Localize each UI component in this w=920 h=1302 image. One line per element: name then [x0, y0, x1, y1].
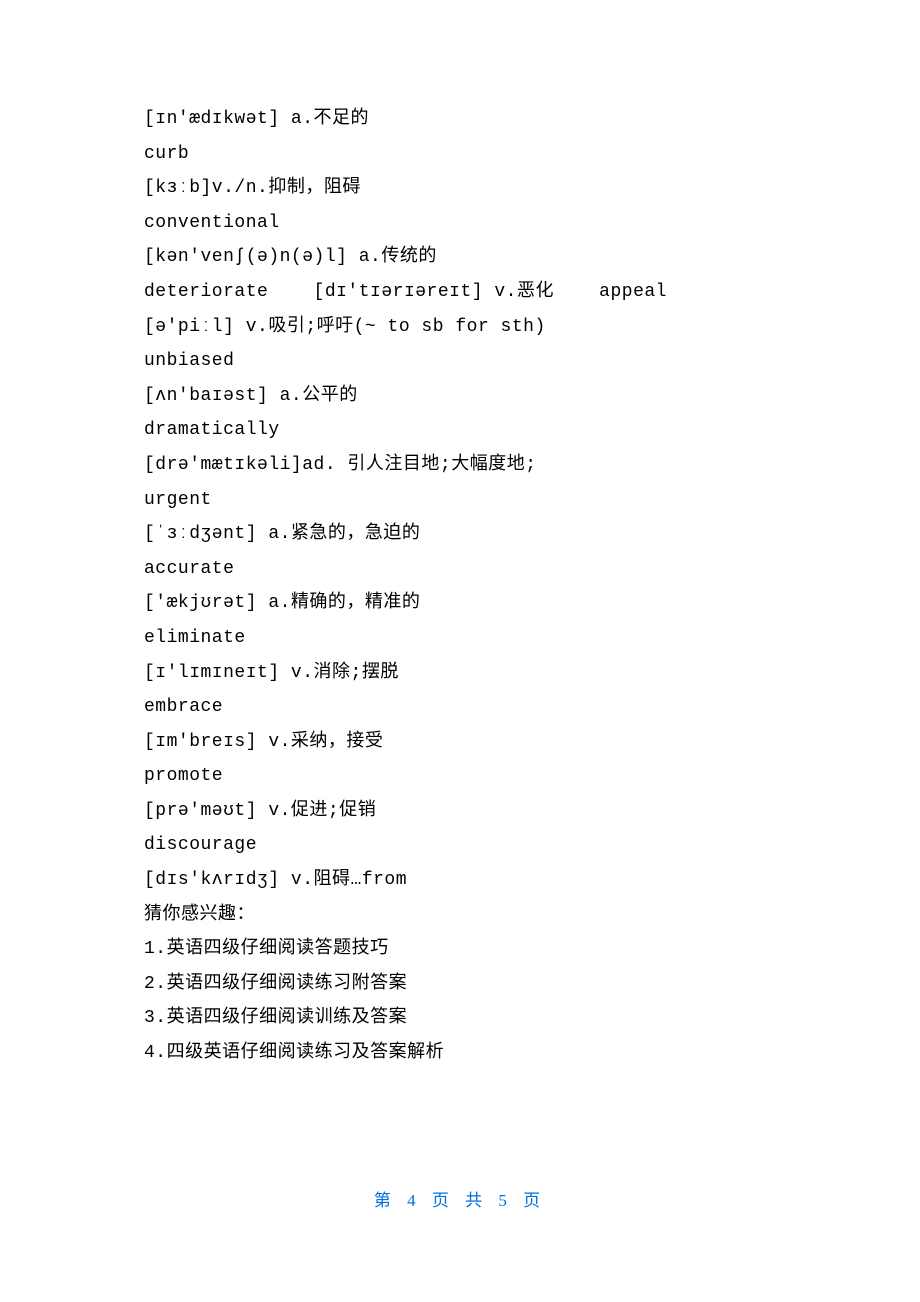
text-line: curb	[144, 137, 784, 172]
text-line: [drə'mætɪkəli]ad. 引人注目地;大幅度地;	[144, 448, 784, 483]
text-line: discourage	[144, 828, 784, 863]
text-line: [ə'piːl] v.吸引;呼吁(~ to sb for sth)	[144, 310, 784, 345]
text-line: [ˈɜːdʒənt] a.紧急的，急迫的	[144, 517, 784, 552]
text-line: 2.英语四级仔细阅读练习附答案	[144, 967, 784, 1002]
text-line: [ɪn'ædɪkwət] a.不足的	[144, 102, 784, 137]
text-line: urgent	[144, 483, 784, 518]
text-line: [prə'məʊt] v.促进;促销	[144, 794, 784, 829]
text-line: [dɪs'kʌrɪdʒ] v.阻碍…from	[144, 863, 784, 898]
text-line: embrace	[144, 690, 784, 725]
text-line: [ʌn'baɪəst] a.公平的	[144, 379, 784, 414]
text-line: 猜你感兴趣：	[144, 898, 784, 933]
document-body: [ɪn'ædɪkwət] a.不足的 curb [kɜːb]v./n.抑制，阻碍…	[144, 102, 784, 1071]
document-page: [ɪn'ædɪkwət] a.不足的 curb [kɜːb]v./n.抑制，阻碍…	[0, 0, 920, 1302]
text-line: 3.英语四级仔细阅读训练及答案	[144, 1001, 784, 1036]
text-line: accurate	[144, 552, 784, 587]
text-line: 4.四级英语仔细阅读练习及答案解析	[144, 1036, 784, 1071]
text-line: dramatically	[144, 413, 784, 448]
text-line: [kən'venʃ(ə)n(ə)l] a.传统的	[144, 240, 784, 275]
text-line: eliminate	[144, 621, 784, 656]
text-line: [ɪ'lɪmɪneɪt] v.消除;摆脱	[144, 656, 784, 691]
text-line: unbiased	[144, 344, 784, 379]
text-line: ['ækjʊrət] a.精确的，精准的	[144, 586, 784, 621]
text-line: [kɜːb]v./n.抑制，阻碍	[144, 171, 784, 206]
text-line: conventional	[144, 206, 784, 241]
text-line: [ɪm'breɪs] v.采纳，接受	[144, 725, 784, 760]
text-line: promote	[144, 759, 784, 794]
text-line: 1.英语四级仔细阅读答题技巧	[144, 932, 784, 967]
page-footer: 第 4 页 共 5 页	[0, 1186, 920, 1211]
text-line: deteriorate [dɪ'tɪərɪəreɪt] v.恶化 appeal	[144, 275, 784, 310]
